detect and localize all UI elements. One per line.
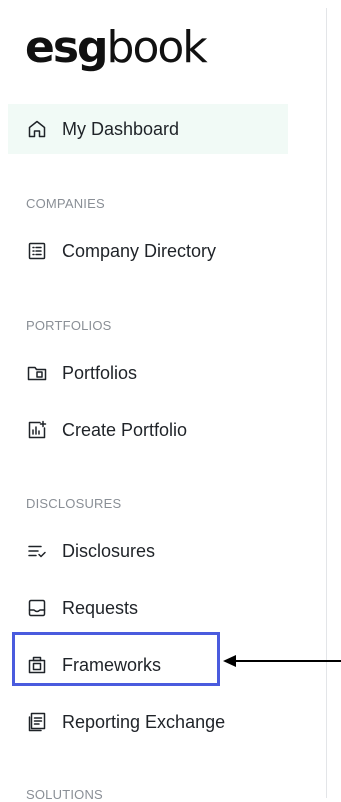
sidebar-item-label: My Dashboard	[62, 118, 180, 139]
sidebar-item-label: Portfolios	[62, 362, 138, 383]
sidebar-item-label: Create Portfolio	[62, 419, 188, 440]
logo-light-text: book	[106, 22, 208, 73]
section-header-companies: COMPANIES	[26, 196, 105, 211]
sidebar-item-label: Reporting Exchange	[62, 711, 226, 732]
section-header-solutions: SOLUTIONS	[26, 787, 103, 802]
sidebar-item-disclosures[interactable]: Disclosures	[8, 526, 288, 576]
chart-add-icon	[26, 419, 48, 441]
checklist-icon	[26, 540, 48, 562]
document-icon	[26, 711, 48, 733]
sidebar-item-company-directory[interactable]: Company Directory	[8, 226, 288, 276]
section-header-disclosures: DISCLOSURES	[26, 496, 122, 511]
sidebar-item-label: Disclosures	[62, 540, 156, 561]
sidebar-item-portfolios[interactable]: Portfolios	[8, 348, 288, 398]
sidebar-item-requests[interactable]: Requests	[8, 583, 288, 633]
sidebar-item-reporting-exchange[interactable]: Reporting Exchange	[8, 697, 288, 747]
list-icon	[26, 240, 48, 262]
frameworks-highlight-box	[12, 632, 220, 686]
sidebar-item-create-portfolio[interactable]: Create Portfolio	[8, 405, 288, 455]
sidebar-item-my-dashboard[interactable]: My Dashboard	[8, 104, 288, 154]
section-header-portfolios: PORTFOLIOS	[26, 318, 112, 333]
sidebar-divider	[326, 8, 327, 798]
sidebar-item-label: Requests	[62, 597, 139, 618]
folder-icon	[26, 362, 48, 384]
sidebar-item-label: Company Directory	[62, 240, 217, 261]
pointer-arrow-icon	[223, 655, 341, 667]
esgbook-logo[interactable]: esg book	[25, 22, 208, 74]
inbox-icon	[26, 597, 48, 619]
logo-bold-text: esg	[25, 22, 109, 73]
home-icon	[26, 118, 48, 140]
